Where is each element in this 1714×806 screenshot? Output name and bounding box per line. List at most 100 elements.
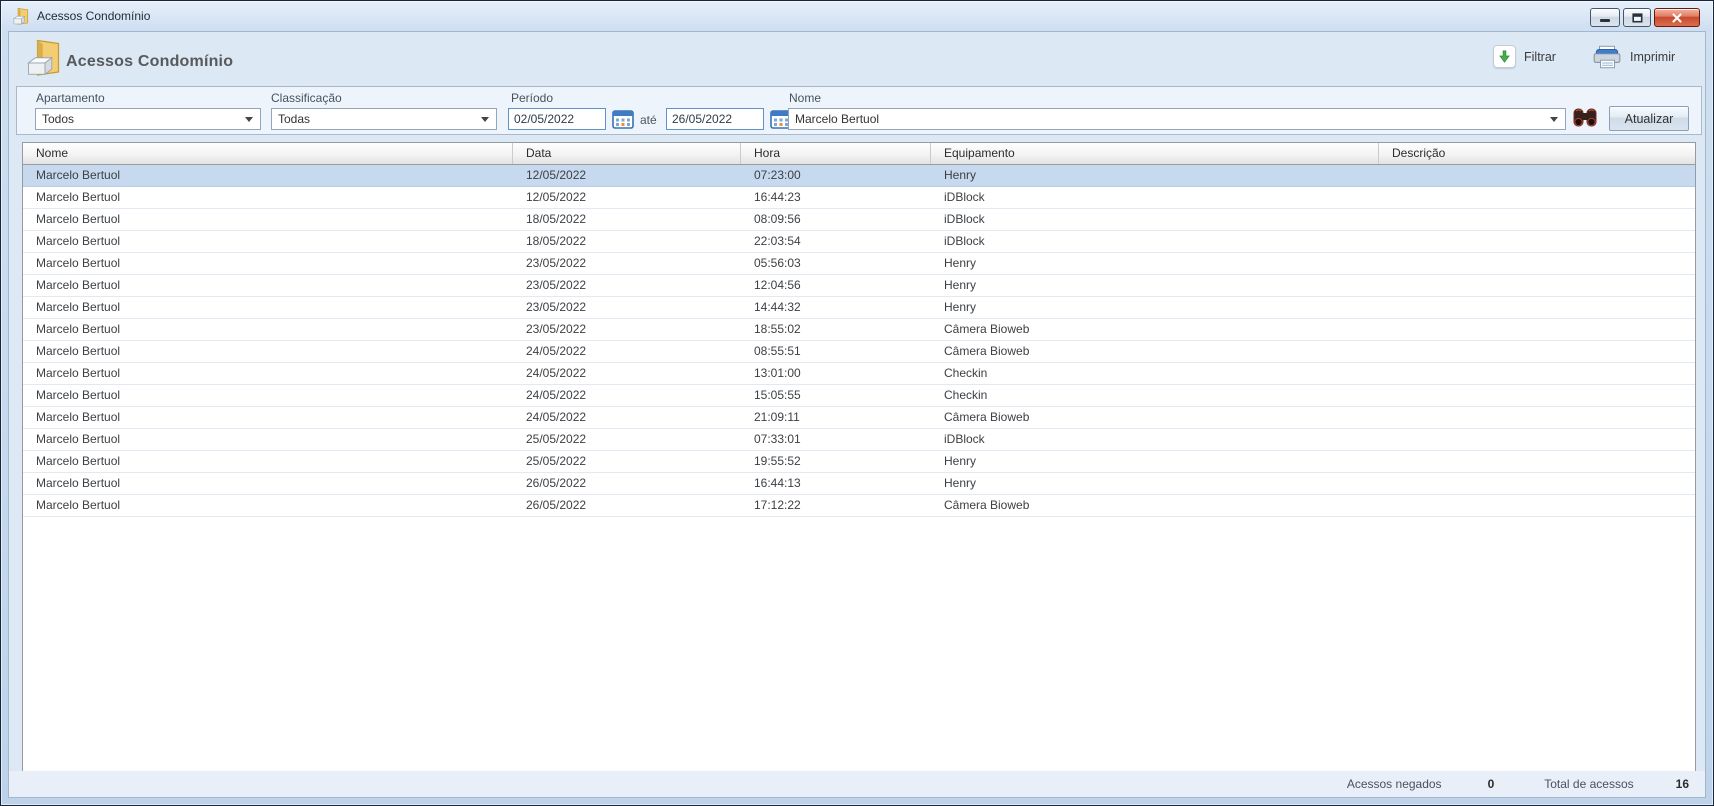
cell-descricao (1379, 209, 1695, 230)
cell-equipamento: Henry (931, 253, 1379, 274)
filter-button-label: Filtrar (1524, 50, 1556, 64)
cell-data: 24/05/2022 (513, 363, 741, 384)
cell-hora: 18:55:02 (741, 319, 931, 340)
table-row[interactable]: Marcelo Bertuol 18/05/2022 22:03:54 iDBl… (23, 231, 1695, 253)
chevron-down-icon (481, 117, 489, 122)
table-row[interactable]: Marcelo Bertuol 25/05/2022 19:55:52 Henr… (23, 451, 1695, 473)
table-row[interactable]: Marcelo Bertuol 26/05/2022 17:12:22 Câme… (23, 495, 1695, 517)
cell-nome: Marcelo Bertuol (23, 363, 513, 384)
cell-nome: Marcelo Bertuol (23, 451, 513, 472)
cell-hora: 22:03:54 (741, 231, 931, 252)
filter-icon (1493, 45, 1516, 68)
table-row[interactable]: Marcelo Bertuol 12/05/2022 16:44:23 iDBl… (23, 187, 1695, 209)
table-row[interactable]: Marcelo Bertuol 24/05/2022 08:55:51 Câme… (23, 341, 1695, 363)
period-to-input[interactable] (666, 108, 764, 130)
filter-button[interactable]: Filtrar (1493, 45, 1556, 68)
table-row[interactable]: Marcelo Bertuol 23/05/2022 12:04:56 Henr… (23, 275, 1695, 297)
cell-descricao (1379, 363, 1695, 384)
column-header-descricao[interactable]: Descrição (1379, 143, 1695, 164)
column-header-nome[interactable]: Nome (23, 143, 513, 164)
total-access-value: 16 (1676, 777, 1689, 791)
apartment-label: Apartamento (36, 91, 105, 105)
cell-equipamento: Henry (931, 275, 1379, 296)
restore-icon (1632, 13, 1643, 23)
cell-data: 25/05/2022 (513, 451, 741, 472)
calendar-icon (612, 109, 634, 129)
cell-equipamento: iDBlock (931, 209, 1379, 230)
column-header-equipamento[interactable]: Equipamento (931, 143, 1379, 164)
cell-data: 24/05/2022 (513, 341, 741, 362)
table-row[interactable]: Marcelo Bertuol 18/05/2022 08:09:56 iDBl… (23, 209, 1695, 231)
cell-nome: Marcelo Bertuol (23, 165, 513, 186)
access-table: Nome Data Hora Equipamento Descrição Mar… (22, 142, 1696, 775)
apartment-select[interactable]: Todos (35, 108, 261, 130)
column-header-label: Equipamento (944, 146, 1015, 160)
table-row[interactable]: Marcelo Bertuol 24/05/2022 21:09:11 Câme… (23, 407, 1695, 429)
cell-descricao (1379, 253, 1695, 274)
cell-nome: Marcelo Bertuol (23, 297, 513, 318)
cell-descricao (1379, 231, 1695, 252)
column-header-hora[interactable]: Hora (741, 143, 931, 164)
cell-equipamento: Checkin (931, 363, 1379, 384)
column-header-data[interactable]: Data (513, 143, 741, 164)
print-button[interactable]: Imprimir (1592, 45, 1675, 69)
cell-data: 24/05/2022 (513, 385, 741, 406)
cell-equipamento: iDBlock (931, 187, 1379, 208)
filter-panel: Apartamento Todos Classificação Todas Pe… (16, 86, 1702, 135)
cell-equipamento: Câmera Bioweb (931, 495, 1379, 516)
period-from-calendar-button[interactable] (610, 108, 636, 130)
table-row[interactable]: Marcelo Bertuol 23/05/2022 18:55:02 Câme… (23, 319, 1695, 341)
cell-hora: 16:44:23 (741, 187, 931, 208)
cell-data: 12/05/2022 (513, 187, 741, 208)
cell-nome: Marcelo Bertuol (23, 341, 513, 362)
chevron-down-icon (1550, 117, 1558, 122)
cell-hora: 19:55:52 (741, 451, 931, 472)
table-row[interactable]: Marcelo Bertuol 25/05/2022 07:33:01 iDBl… (23, 429, 1695, 451)
cell-data: 23/05/2022 (513, 319, 741, 340)
cell-descricao (1379, 429, 1695, 450)
cell-equipamento: Câmera Bioweb (931, 407, 1379, 428)
cell-hora: 14:44:32 (741, 297, 931, 318)
cell-data: 12/05/2022 (513, 165, 741, 186)
cell-equipamento: Checkin (931, 385, 1379, 406)
close-button[interactable] (1654, 8, 1700, 27)
client-area: Acessos Condomínio Filtrar Imprimir Ap (8, 31, 1706, 798)
cell-data: 23/05/2022 (513, 253, 741, 274)
column-header-label: Nome (36, 146, 68, 160)
until-label: até (640, 113, 657, 127)
cell-equipamento: Câmera Bioweb (931, 341, 1379, 362)
cell-nome: Marcelo Bertuol (23, 495, 513, 516)
table-row[interactable]: Marcelo Bertuol 23/05/2022 14:44:32 Henr… (23, 297, 1695, 319)
table-row[interactable]: Marcelo Bertuol 24/05/2022 15:05:55 Chec… (23, 385, 1695, 407)
restore-button[interactable] (1623, 8, 1651, 27)
cell-hora: 17:12:22 (741, 495, 931, 516)
classification-select-value: Todas (272, 112, 481, 126)
search-binoculars-button[interactable] (1570, 107, 1600, 131)
cell-equipamento: iDBlock (931, 429, 1379, 450)
cell-equipamento: Henry (931, 297, 1379, 318)
table-row[interactable]: Marcelo Bertuol 12/05/2022 07:23:00 Henr… (23, 165, 1695, 187)
cell-nome: Marcelo Bertuol (23, 231, 513, 252)
cell-nome: Marcelo Bertuol (23, 319, 513, 340)
name-label: Nome (789, 91, 821, 105)
cell-hora: 15:05:55 (741, 385, 931, 406)
name-select[interactable]: Marcelo Bertuol (788, 108, 1566, 130)
printer-icon (1592, 45, 1622, 69)
refresh-button[interactable]: Atualizar (1609, 106, 1689, 131)
table-row[interactable]: Marcelo Bertuol 24/05/2022 13:01:00 Chec… (23, 363, 1695, 385)
title-bar[interactable]: Acessos Condomínio (1, 1, 1713, 31)
minimize-button[interactable] (1590, 8, 1620, 27)
cell-hora: 05:56:03 (741, 253, 931, 274)
table-row[interactable]: Marcelo Bertuol 23/05/2022 05:56:03 Henr… (23, 253, 1695, 275)
period-from-input[interactable] (508, 108, 606, 130)
door-icon (13, 7, 30, 25)
door-icon (27, 37, 63, 77)
classification-select[interactable]: Todas (271, 108, 497, 130)
cell-descricao (1379, 407, 1695, 428)
table-row[interactable]: Marcelo Bertuol 26/05/2022 16:44:13 Henr… (23, 473, 1695, 495)
cell-hora: 16:44:13 (741, 473, 931, 494)
cell-nome: Marcelo Bertuol (23, 429, 513, 450)
table-header: Nome Data Hora Equipamento Descrição (23, 143, 1695, 165)
denied-access-value: 0 (1488, 777, 1495, 791)
cell-descricao (1379, 319, 1695, 340)
